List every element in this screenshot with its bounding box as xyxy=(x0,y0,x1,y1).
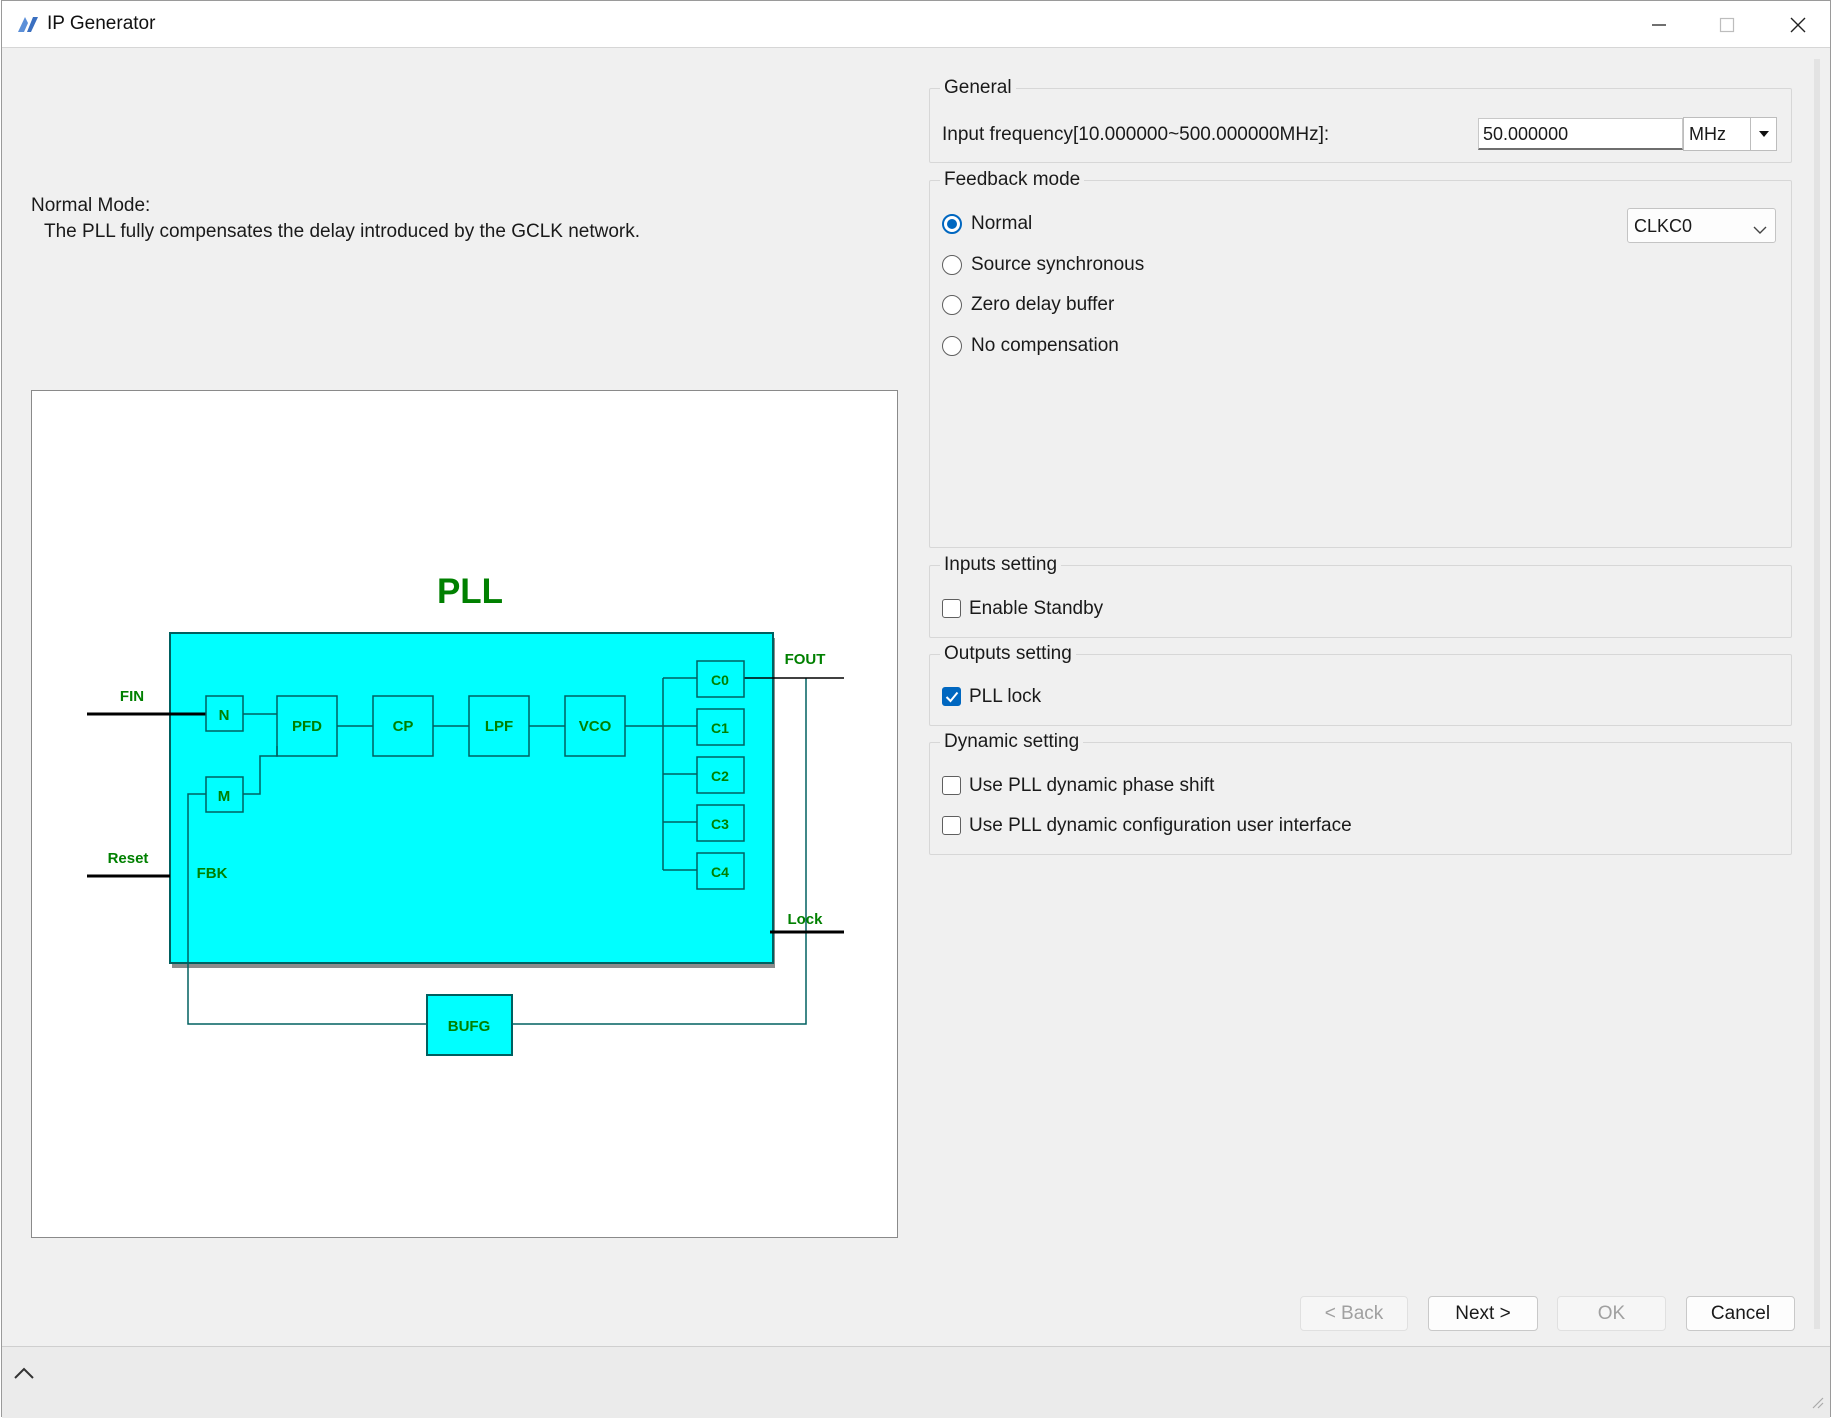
counter-group: C0 C1 C2 C3 C4 xyxy=(696,660,745,890)
maximize-icon xyxy=(1719,17,1735,32)
chevron-down-icon xyxy=(1753,219,1767,240)
bufg-label: BUFG xyxy=(448,1018,491,1035)
ip-generator-window: IP Generator Normal Mode: The PLL fully … xyxy=(1,0,1831,1418)
close-button[interactable] xyxy=(1770,1,1826,48)
counter-label-c1: C1 xyxy=(711,720,729,736)
dynamic-config-ui-checkbox[interactable] xyxy=(942,816,961,835)
cancel-button[interactable]: Cancel xyxy=(1686,1296,1795,1331)
feedback-mode-legend: Feedback mode xyxy=(944,169,1081,190)
fin-label: FIN xyxy=(120,688,144,705)
pll-diagram: PLL FIN Reset FBK N M PFD CP LPF VCO C0 … xyxy=(31,390,898,1238)
clock-select[interactable]: CLKC0 xyxy=(1627,208,1776,243)
inputs-setting-legend: Inputs setting xyxy=(944,554,1058,575)
input-frequency-field[interactable]: 50.000000 xyxy=(1478,118,1683,150)
counter-label-c2: C2 xyxy=(711,768,729,784)
inputs-setting-group: Inputs setting xyxy=(929,554,1792,638)
pll-lock-checkbox[interactable] xyxy=(942,687,961,706)
dynamic-config-ui-label: Use PLL dynamic configuration user inter… xyxy=(969,815,1352,836)
resize-grip-icon[interactable] xyxy=(1810,1395,1824,1414)
pll-title: PLL xyxy=(437,572,503,611)
dropdown-arrow-icon[interactable] xyxy=(1750,118,1776,150)
frequency-unit-value: MHz xyxy=(1689,124,1726,144)
maximize-button[interactable] xyxy=(1699,1,1755,48)
counter-label-c4: C4 xyxy=(711,864,729,880)
lpf-label: LPF xyxy=(485,718,513,735)
status-bar xyxy=(2,1346,1830,1418)
enable-standby-checkbox[interactable] xyxy=(942,599,961,618)
lock-label: Lock xyxy=(787,911,823,928)
radio-no-compensation-label: No compensation xyxy=(971,335,1119,356)
reset-label: Reset xyxy=(108,850,149,867)
ok-button[interactable]: OK xyxy=(1557,1296,1666,1331)
pll-lock-label: PLL lock xyxy=(969,686,1042,707)
clock-select-value: CLKC0 xyxy=(1634,216,1693,236)
outputs-setting-group: Outputs setting xyxy=(929,643,1792,726)
checkmark-icon xyxy=(945,691,959,703)
dynamic-phase-shift-checkbox[interactable] xyxy=(942,776,961,795)
next-button[interactable]: Next > xyxy=(1428,1296,1538,1331)
radio-zero-delay-buffer-label: Zero delay buffer xyxy=(971,294,1115,315)
mode-title: Normal Mode: xyxy=(31,195,151,216)
pfd-label: PFD xyxy=(292,718,322,735)
radio-normal[interactable] xyxy=(942,214,962,234)
minimize-icon xyxy=(1652,23,1666,26)
frequency-unit-select[interactable]: MHz xyxy=(1683,117,1777,151)
minimize-button[interactable] xyxy=(1631,1,1687,48)
radio-normal-label: Normal xyxy=(971,213,1033,234)
title-bar: IP Generator xyxy=(2,1,1830,48)
vertical-scrollbar[interactable] xyxy=(1814,59,1820,1329)
enable-standby-label: Enable Standby xyxy=(969,598,1104,619)
radio-source-synchronous[interactable] xyxy=(942,255,962,275)
close-icon xyxy=(1790,17,1806,32)
n-divider-label: N xyxy=(219,707,230,724)
window-title: IP Generator xyxy=(47,13,156,34)
pll-block xyxy=(169,632,774,964)
m-divider-label: M xyxy=(218,788,231,805)
fout-label: FOUT xyxy=(785,651,826,668)
dynamic-phase-shift-label: Use PLL dynamic phase shift xyxy=(969,775,1215,796)
dynamic-setting-legend: Dynamic setting xyxy=(944,731,1080,752)
radio-no-compensation[interactable] xyxy=(942,336,962,356)
outputs-setting-legend: Outputs setting xyxy=(944,643,1072,664)
input-frequency-label: Input frequency[10.000000~500.000000MHz]… xyxy=(942,124,1330,145)
back-button[interactable]: < Back xyxy=(1300,1296,1408,1331)
counter-label-c3: C3 xyxy=(711,816,729,832)
vco-label: VCO xyxy=(579,718,612,735)
counter-label-c0: C0 xyxy=(711,672,729,688)
radio-zero-delay-buffer[interactable] xyxy=(942,295,962,315)
general-legend: General xyxy=(944,77,1012,98)
cp-label: CP xyxy=(393,718,414,735)
app-logo-icon xyxy=(16,13,40,35)
radio-source-synchronous-label: Source synchronous xyxy=(971,254,1145,275)
fbk-label: FBK xyxy=(197,865,228,882)
mode-description: The PLL fully compensates the delay intr… xyxy=(44,221,641,242)
chevron-up-icon[interactable] xyxy=(12,1365,36,1386)
